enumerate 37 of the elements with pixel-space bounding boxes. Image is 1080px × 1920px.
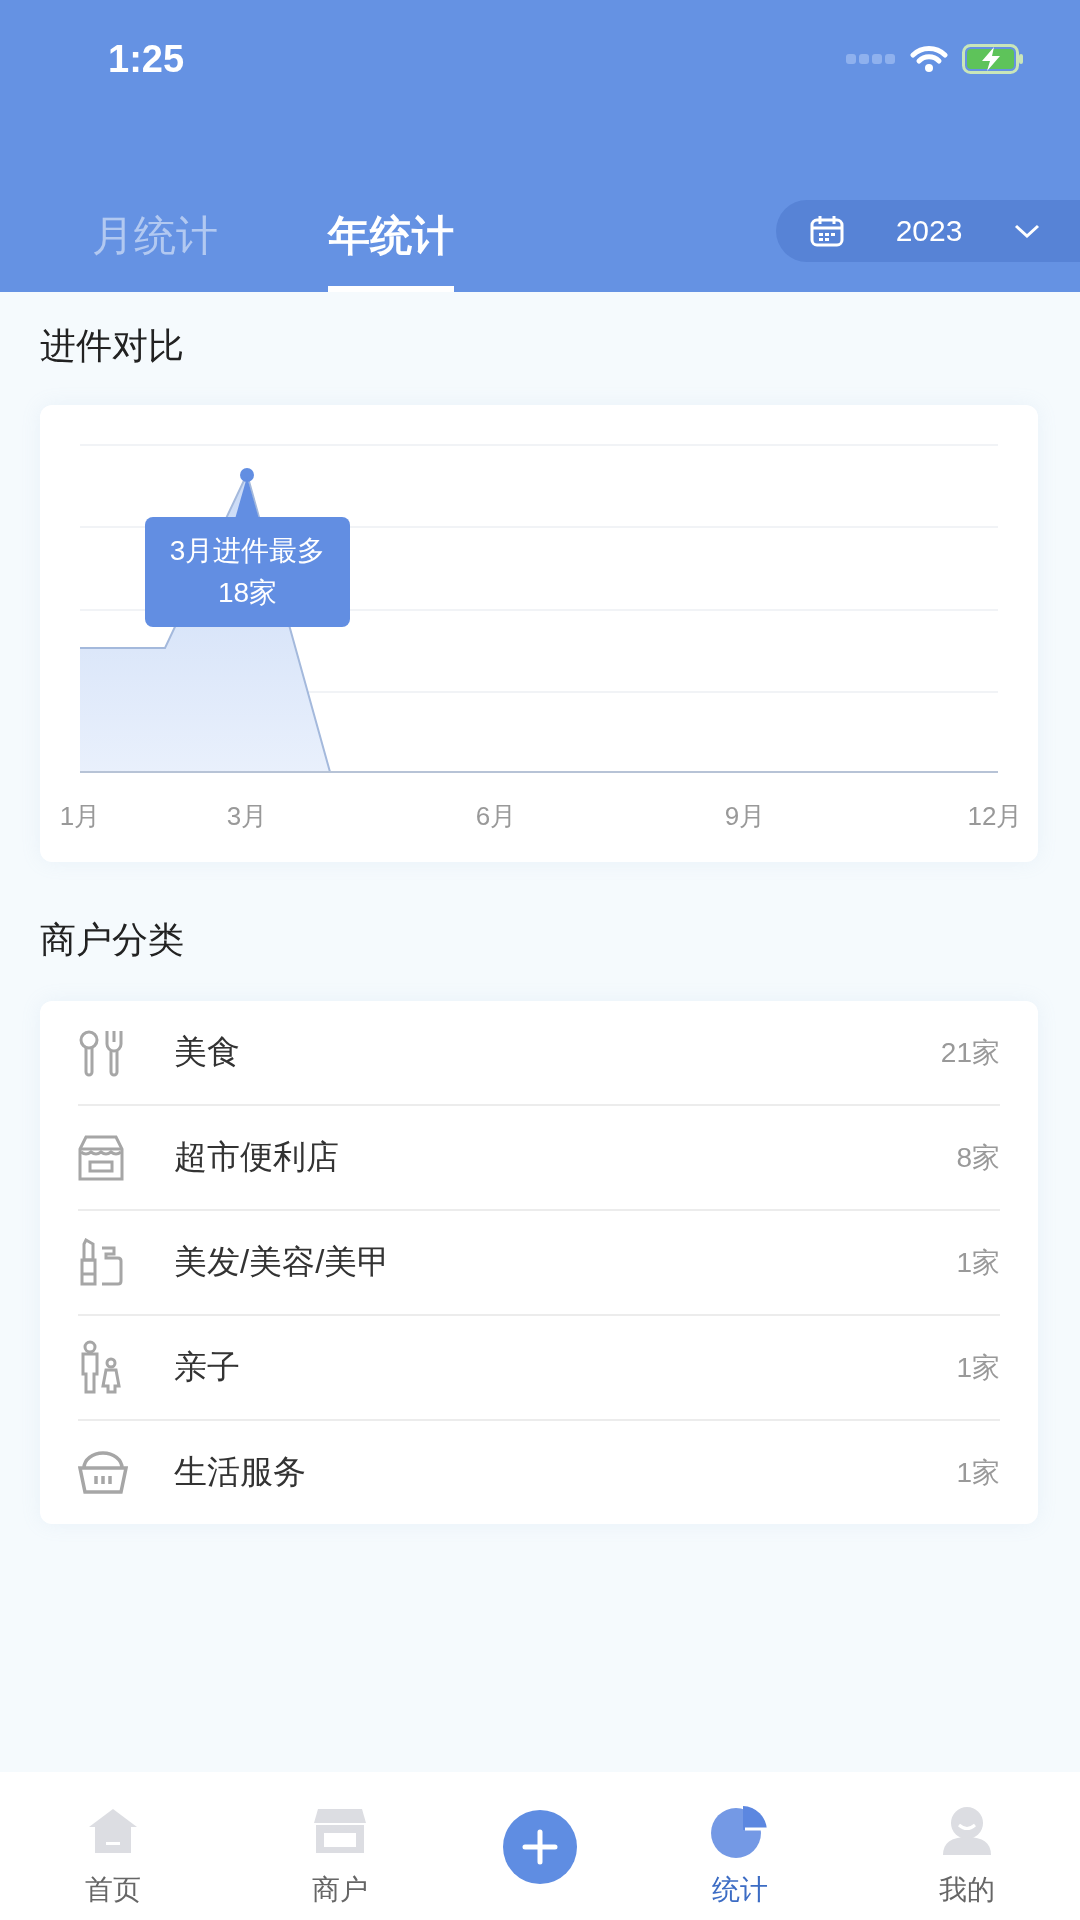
status-time: 1:25: [108, 37, 186, 81]
axis-label: 6月: [475, 801, 517, 831]
wifi-icon: [910, 45, 948, 73]
axis-label: 1月: [59, 801, 101, 831]
storefront-icon: [78, 1134, 124, 1181]
tooltip-title: 3月进件最多: [169, 534, 326, 568]
nav-tab[interactable]: 我的: [853, 1776, 1080, 1908]
category-count: 8家: [956, 1140, 1000, 1175]
category-name: 美发/美容/美甲: [174, 1242, 392, 1282]
section-title: 商户分类: [40, 918, 184, 962]
nav-tab[interactable]: 统计: [627, 1776, 854, 1908]
user-icon: [940, 1805, 993, 1857]
category-name: 亲子: [174, 1347, 241, 1387]
axis-label: 9月: [724, 801, 766, 831]
battery-icon: [962, 44, 1024, 74]
cosmetics-icon: [78, 1237, 124, 1288]
axis-label: 3月: [226, 801, 268, 831]
axis-label: 12月: [967, 801, 1023, 831]
category-name: 生活服务: [174, 1452, 307, 1492]
calendar-icon: [810, 215, 844, 247]
nav-tab[interactable]: 首页: [0, 1776, 227, 1908]
category-count: 1家: [956, 1350, 1000, 1385]
signal-icon: [846, 54, 896, 64]
category-count: 1家: [956, 1455, 1000, 1490]
chevron-down-icon: [1014, 224, 1040, 238]
category-name: 美食: [174, 1032, 241, 1072]
basket-icon: [78, 1449, 128, 1496]
category-count: 21家: [940, 1035, 1000, 1070]
category-count: 1家: [956, 1245, 1000, 1280]
period-tab[interactable]: 年统计: [328, 208, 454, 292]
category-name: 超市便利店: [174, 1137, 340, 1177]
year-picker[interactable]: 2023: [776, 200, 1080, 262]
section-title: 进件对比: [40, 324, 184, 368]
tooltip-value: 18家: [217, 576, 278, 610]
plus-icon: [522, 1829, 558, 1865]
storefront-icon: [311, 1807, 368, 1855]
nav-tab[interactable]: 商户: [226, 1776, 453, 1908]
